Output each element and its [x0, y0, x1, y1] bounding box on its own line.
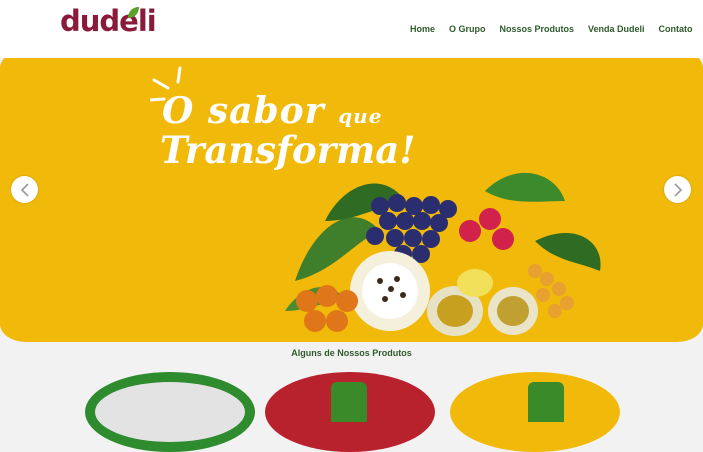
- nav-contato[interactable]: Contato: [659, 24, 693, 34]
- product-bottle: [528, 382, 564, 422]
- nav-venda-dudeli[interactable]: Venda Dudeli: [588, 24, 645, 34]
- product-card-2[interactable]: [265, 372, 435, 452]
- slogan-line-1: O sabor que: [162, 90, 383, 132]
- slider-next-button[interactable]: [664, 176, 691, 203]
- product-circle: [85, 372, 255, 452]
- site-header: dudeli Home O Grupo Nossos Produtos Vend…: [0, 0, 703, 58]
- slider-prev-button[interactable]: [11, 176, 38, 203]
- product-card-3[interactable]: [450, 372, 620, 452]
- chevron-right-icon: [673, 182, 682, 197]
- product-bottle: [331, 382, 367, 422]
- chevron-left-icon: [20, 182, 29, 197]
- main-nav: Home O Grupo Nossos Produtos Venda Dudel…: [410, 24, 703, 34]
- products-section-title: Alguns de Nossos Produtos: [291, 348, 412, 358]
- leaf-icon: [128, 7, 139, 18]
- nav-o-grupo[interactable]: O Grupo: [449, 24, 486, 34]
- nav-home[interactable]: Home: [410, 24, 435, 34]
- hero-slider: O sabor que Transforma!: [0, 46, 703, 342]
- fruits-illustration: [285, 172, 601, 336]
- nav-nossos-produtos[interactable]: Nossos Produtos: [500, 24, 575, 34]
- product-card-1[interactable]: [85, 372, 255, 452]
- dudeli-logo[interactable]: dudeli: [60, 4, 157, 48]
